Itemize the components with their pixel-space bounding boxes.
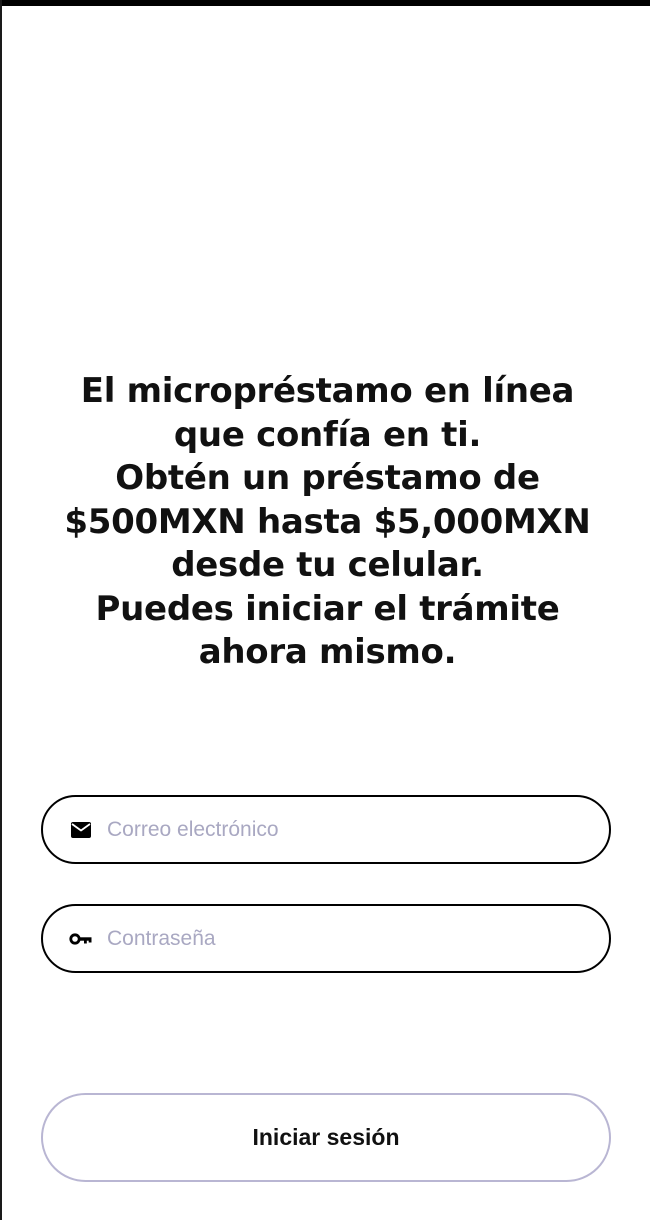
headline-text: El micropréstamo en línea que confía en … bbox=[40, 370, 615, 675]
headline-line: desde tu celular. bbox=[171, 545, 484, 585]
password-input[interactable] bbox=[107, 918, 609, 959]
headline-line: $500MXN hasta $5,000MXN bbox=[64, 501, 591, 542]
top-status-bar bbox=[0, 0, 650, 6]
headline-line: Puedes iniciar el trámite bbox=[95, 588, 560, 629]
headline-line: ahora mismo. bbox=[198, 632, 457, 672]
headline-line: que confía en ti. bbox=[173, 414, 482, 455]
email-input[interactable] bbox=[107, 809, 609, 850]
headline-line: Obtén un préstamo de bbox=[115, 458, 540, 498]
key-icon bbox=[69, 927, 93, 951]
email-field[interactable] bbox=[41, 795, 611, 864]
password-field[interactable] bbox=[41, 904, 611, 973]
left-edge-border bbox=[0, 0, 2, 1220]
headline-line: El micropréstamo en línea bbox=[80, 371, 575, 411]
envelope-icon bbox=[69, 818, 93, 842]
login-button[interactable]: Iniciar sesión bbox=[41, 1093, 611, 1182]
